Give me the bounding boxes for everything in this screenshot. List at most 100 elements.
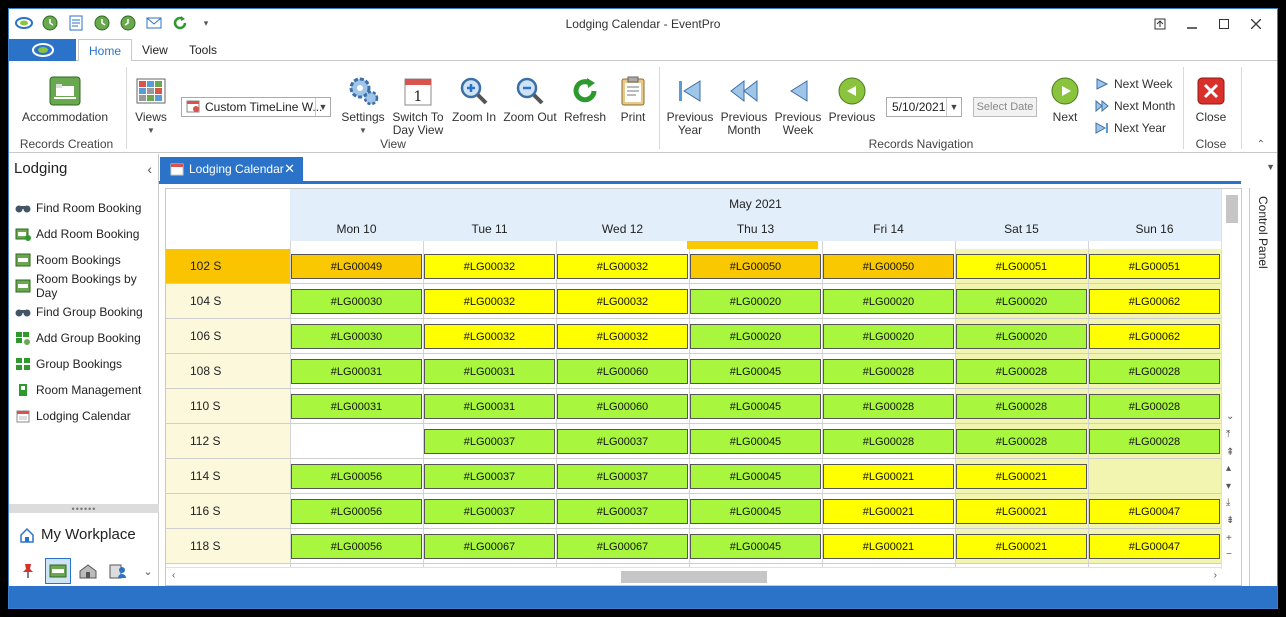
booking-block[interactable]: #LG00062 <box>1089 324 1220 349</box>
room-label[interactable]: 102 S <box>166 249 290 284</box>
date-picker-dropdown-icon[interactable]: ▼ <box>946 98 961 116</box>
booking-block[interactable]: #LG00031 <box>424 359 555 384</box>
booking-block[interactable]: #LG00045 <box>690 464 821 489</box>
booking-block[interactable]: #LG00062 <box>1089 289 1220 314</box>
booking-block[interactable]: #LG00067 <box>424 534 555 559</box>
select-date-button[interactable]: Select Date <box>973 97 1037 117</box>
previous-year-button[interactable]: Previous Year <box>665 75 715 137</box>
booking-block[interactable]: #LG00028 <box>823 394 954 419</box>
booking-block[interactable]: #LG00037 <box>424 464 555 489</box>
booking-block[interactable]: #LG00020 <box>823 324 954 349</box>
switch-to-day-view-button[interactable]: 1 Switch To Day View <box>391 75 445 137</box>
previous-button[interactable]: Previous <box>827 75 877 124</box>
control-panel-dock[interactable]: Control Panel <box>1249 188 1277 586</box>
next-year-button[interactable]: Next Year <box>1095 121 1166 135</box>
booking-block[interactable]: #LG00021 <box>823 499 954 524</box>
sidebar-item-lodging-calendar[interactable]: Lodging Calendar <box>15 406 131 426</box>
accommodation-button[interactable]: Accommodation <box>22 75 108 124</box>
room-label[interactable]: 104 S <box>166 284 290 319</box>
pin-window-icon[interactable] <box>1145 13 1175 35</box>
booking-block[interactable]: #LG00051 <box>956 254 1087 279</box>
pin-icon[interactable] <box>15 558 41 584</box>
scroll-left-arrow-icon[interactable]: ‹ <box>172 570 175 581</box>
sidebar-item-room-bookings-by-day[interactable]: Room Bookings by Day <box>15 272 158 300</box>
booking-block[interactable]: #LG00021 <box>956 499 1087 524</box>
booking-block[interactable]: #LG00030 <box>291 324 422 349</box>
booking-block[interactable]: #LG00037 <box>424 429 555 454</box>
tab-lodging-calendar[interactable]: Lodging Calendar ✕ <box>160 157 303 181</box>
more-modules-chevron-icon[interactable]: ⌄ <box>135 558 161 584</box>
booking-block[interactable]: #LG00021 <box>956 464 1087 489</box>
booking-block[interactable]: #LG00028 <box>956 429 1087 454</box>
lodging-module-icon[interactable] <box>45 558 71 584</box>
room-label[interactable]: 114 S <box>166 459 290 494</box>
booking-block[interactable]: #LG00028 <box>823 359 954 384</box>
my-workplace-header[interactable]: My Workplace <box>19 526 136 543</box>
previous-week-button[interactable]: Previous Week <box>773 75 823 137</box>
booking-block[interactable]: #LG00056 <box>291 464 422 489</box>
view-selector-dropdown-icon[interactable]: ▼ <box>315 98 330 116</box>
scroll-to-bottom-icon[interactable]: ⤓ <box>1226 497 1230 508</box>
minimize-icon[interactable] <box>1177 13 1207 35</box>
zoom-out-row-icon[interactable]: − <box>1226 549 1232 560</box>
sidebar-item-add-room-booking[interactable]: Add Room Booking <box>15 224 139 244</box>
date-picker-field[interactable]: 5/10/2021 ▼ <box>886 97 962 117</box>
booking-block[interactable]: #LG00030 <box>291 289 422 314</box>
next-month-button[interactable]: Next Month <box>1095 99 1175 113</box>
booking-block[interactable]: #LG00045 <box>690 499 821 524</box>
booking-block[interactable]: #LG00028 <box>1089 394 1220 419</box>
zoom-in-row-icon[interactable]: + <box>1226 533 1232 544</box>
page-down-icon[interactable]: ⇟ <box>1226 515 1234 526</box>
booking-block[interactable]: #LG00028 <box>1089 359 1220 384</box>
booking-block[interactable]: #LG00060 <box>557 359 688 384</box>
vertical-scrollbar[interactable]: ⌄ ⤒ ⇞ ▴ ▾ ⤓ ⇟ + − <box>1221 189 1241 569</box>
tab-list-dropdown-icon[interactable]: ▼ <box>1266 162 1275 172</box>
close-button[interactable]: Close <box>1189 75 1233 124</box>
room-label[interactable]: 108 S <box>166 354 290 389</box>
booking-block[interactable]: #LG00020 <box>823 289 954 314</box>
sidebar-item-find-room-booking[interactable]: Find Room Booking <box>15 198 141 218</box>
sidebar-item-room-bookings[interactable]: Room Bookings <box>15 250 121 270</box>
vertical-scroll-thumb[interactable] <box>1226 195 1238 223</box>
booking-block[interactable]: #LG00067 <box>557 534 688 559</box>
room-label[interactable]: 112 S <box>166 424 290 459</box>
booking-block[interactable]: #LG00056 <box>291 534 422 559</box>
booking-block[interactable]: #LG00028 <box>956 359 1087 384</box>
settings-button[interactable]: Settings ▼ <box>339 75 387 137</box>
booking-block[interactable]: #LG00032 <box>557 289 688 314</box>
booking-block[interactable]: #LG00045 <box>690 534 821 559</box>
booking-block[interactable]: #LG00020 <box>956 324 1087 349</box>
sidebar-item-group-bookings[interactable]: Group Bookings <box>15 354 122 374</box>
next-week-button[interactable]: Next Week <box>1095 77 1172 91</box>
sidebar-item-room-management[interactable]: Room Management <box>15 380 141 400</box>
booking-block[interactable]: #LG00021 <box>823 534 954 559</box>
close-window-icon[interactable] <box>1241 13 1271 35</box>
booking-block[interactable]: #LG00032 <box>424 254 555 279</box>
booking-block[interactable]: #LG00045 <box>690 359 821 384</box>
collapse-ribbon-icon[interactable]: ⌃ <box>1257 139 1265 150</box>
booking-block[interactable]: #LG00047 <box>1089 499 1220 524</box>
booking-block[interactable]: #LG00050 <box>823 254 954 279</box>
tab-home[interactable]: Home <box>78 39 133 62</box>
file-menu-button[interactable] <box>9 39 76 61</box>
booking-block[interactable]: #LG00020 <box>690 289 821 314</box>
booking-block[interactable]: #LG00028 <box>823 429 954 454</box>
page-up-icon[interactable]: ⇞ <box>1226 447 1234 458</box>
room-label[interactable]: 106 S <box>166 319 290 354</box>
scroll-up-icon[interactable]: ▴ <box>1226 463 1231 474</box>
room-label[interactable]: 116 S <box>166 494 290 529</box>
print-button[interactable]: Print <box>613 75 653 124</box>
sidebar-item-add-group-booking[interactable]: Add Group Booking <box>15 328 141 348</box>
view-selector-combo[interactable]: Custom TimeLine W... ▼ <box>181 97 331 117</box>
horizontal-scrollbar[interactable]: ‹ › <box>166 567 1221 585</box>
booking-block[interactable]: #LG00037 <box>557 499 688 524</box>
room-label[interactable]: 118 S <box>166 529 290 564</box>
booking-block[interactable]: #LG00031 <box>291 359 422 384</box>
scroll-right-arrow-icon[interactable]: › <box>1214 570 1217 581</box>
booking-block[interactable]: #LG00020 <box>956 289 1087 314</box>
booking-block[interactable]: #LG00032 <box>557 254 688 279</box>
scroll-to-top-icon[interactable]: ⤒ <box>1226 429 1230 440</box>
room-label[interactable]: 110 S <box>166 389 290 424</box>
booking-block[interactable]: #LG00020 <box>690 324 821 349</box>
booking-block[interactable]: #LG00049 <box>291 254 422 279</box>
